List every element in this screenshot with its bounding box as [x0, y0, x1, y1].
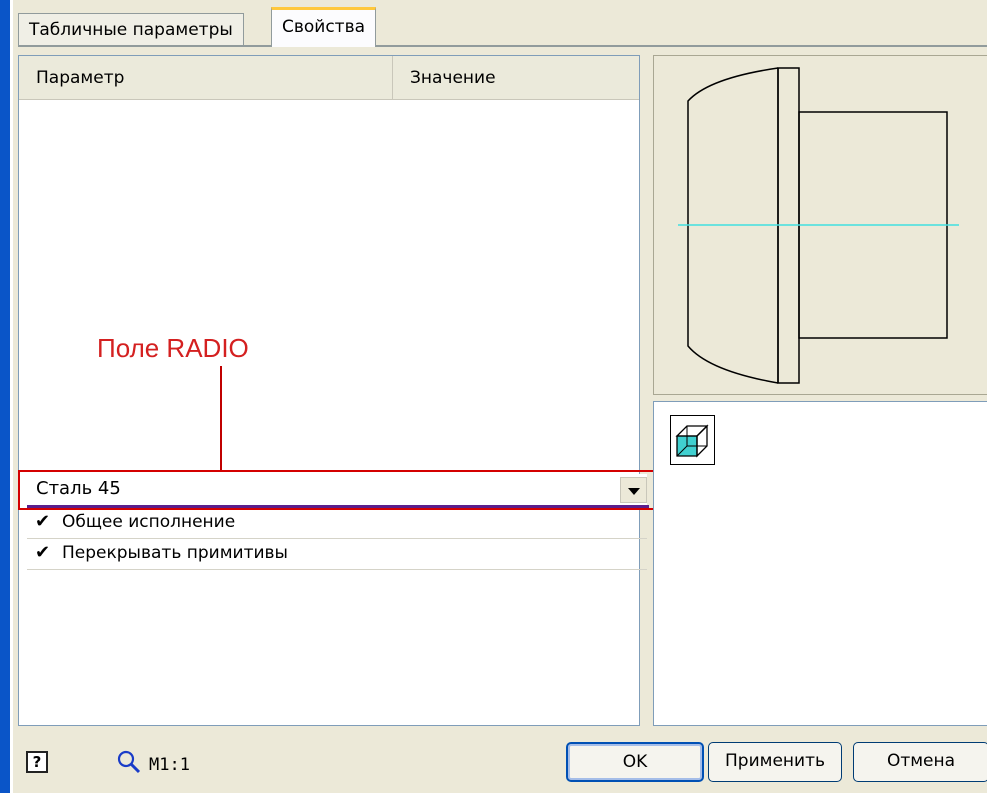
- checkbox-overlap-primitives[interactable]: ✔ Перекрывать примитивы: [27, 539, 647, 570]
- apply-button[interactable]: Применить: [708, 742, 842, 782]
- part-preview: [653, 55, 987, 395]
- tab-properties[interactable]: Свойства: [271, 7, 377, 47]
- checkbox-label: Перекрывать примитивы: [62, 543, 288, 563]
- cancel-button[interactable]: Отмена: [853, 742, 987, 782]
- cube-view-icon: [675, 424, 709, 458]
- tab-table-parameters[interactable]: Табличные параметры: [18, 13, 244, 45]
- properties-dialog: Табличные параметры Свойства Параметр Зн…: [13, 0, 987, 793]
- checkbox-general-execution[interactable]: ✔ Общее исполнение: [27, 508, 647, 539]
- column-header-value[interactable]: Значение: [393, 56, 631, 100]
- column-header-parameter[interactable]: Параметр: [19, 56, 393, 100]
- ok-button[interactable]: OK: [566, 742, 704, 782]
- column-header-filler: [631, 56, 639, 100]
- part-drawing: [678, 67, 959, 384]
- checkmark-icon[interactable]: ✔: [35, 511, 50, 532]
- help-icon[interactable]: ?: [26, 751, 48, 773]
- view-options-panel: [653, 401, 987, 726]
- annotation-pointer-line: [220, 366, 222, 471]
- scale-label: М1:1: [149, 755, 190, 775]
- annotation-highlight-box: [18, 470, 655, 510]
- cube-view-button[interactable]: [670, 415, 715, 465]
- parameters-list[interactable]: Параметр Значение: [18, 55, 640, 726]
- magnifier-icon[interactable]: [116, 749, 142, 775]
- checkmark-icon[interactable]: ✔: [35, 542, 50, 563]
- tab-panel-border: [18, 45, 987, 47]
- window-left-border: [0, 0, 10, 793]
- annotation-label: Поле RADIO: [97, 333, 249, 363]
- checkbox-label: Общее исполнение: [62, 512, 236, 532]
